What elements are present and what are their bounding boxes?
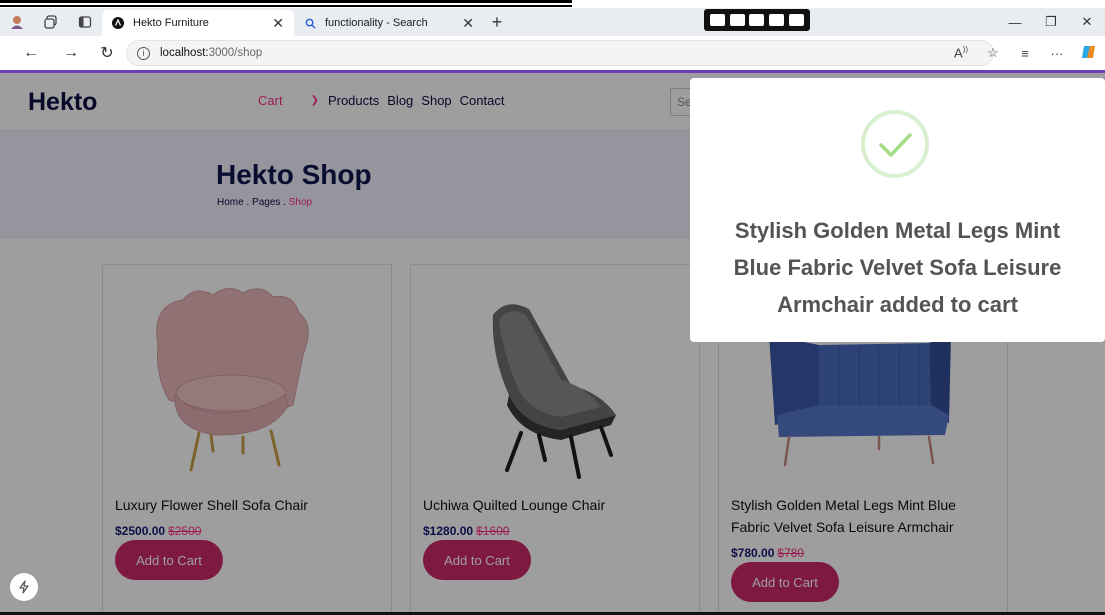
screen-recorder-toolbar — [704, 9, 810, 31]
toast-message: Stylish Golden Metal Legs Mint Blue Fabr… — [733, 218, 1062, 317]
snip-icon[interactable] — [710, 14, 726, 26]
browser-tab-bar: Hekto Furniture ✕ functionality - Search… — [0, 8, 1105, 36]
close-window-icon[interactable]: ✕ — [1069, 8, 1105, 36]
restore-icon[interactable]: ❐ — [1033, 8, 1069, 36]
tab-functionality-search[interactable]: functionality - Search ✕ — [294, 10, 484, 36]
tab-title: Hekto Furniture — [133, 17, 209, 29]
more-icon[interactable]: ··· — [1041, 46, 1073, 61]
new-tab-icon[interactable]: + — [484, 12, 510, 33]
url-input[interactable]: i localhost: 3000/shop — [126, 40, 994, 66]
browser-toolbar-right: A)) ☆ ≡ ··· — [945, 36, 1105, 70]
top-strip — [0, 0, 1105, 8]
web-page: Hekto Cart ❯ Products Blog Shop Contact … — [0, 73, 1105, 615]
top-bar — [0, 0, 572, 3]
lightning-bolt-icon[interactable] — [10, 573, 38, 601]
window-controls: — ❐ ✕ — [997, 8, 1105, 36]
tab-title: functionality - Search — [325, 17, 428, 29]
hekto-favicon-icon — [112, 17, 124, 29]
camera-icon[interactable] — [729, 14, 745, 26]
collections-icon[interactable]: ≡ — [1009, 46, 1041, 61]
added-to-cart-dialog: Stylish Golden Metal Legs Mint Blue Fabr… — [690, 78, 1105, 342]
close-tab-icon[interactable]: ✕ — [272, 15, 284, 32]
back-icon[interactable]: ← — [16, 38, 46, 68]
url-host: localhost: — [160, 47, 209, 59]
close-tab-icon[interactable]: ✕ — [462, 15, 474, 32]
read-aloud-icon[interactable]: A)) — [945, 45, 977, 60]
tab-actions-icon[interactable] — [68, 8, 102, 36]
top-bar-secondary — [0, 5, 572, 7]
success-check-icon — [861, 110, 929, 178]
settings-gear-icon[interactable] — [788, 14, 804, 26]
favorite-icon[interactable]: ☆ — [977, 45, 1009, 61]
forward-icon[interactable]: → — [56, 38, 86, 68]
profile-avatar-icon[interactable] — [0, 8, 34, 36]
video-icon[interactable] — [749, 14, 765, 26]
minimize-icon[interactable]: — — [997, 8, 1033, 36]
refresh-icon[interactable]: ↻ — [92, 38, 122, 68]
window-icon[interactable] — [769, 14, 785, 26]
info-icon[interactable]: i — [137, 46, 150, 60]
tab-hekto-furniture[interactable]: Hekto Furniture ✕ — [102, 10, 294, 36]
copilot-icon[interactable] — [1073, 44, 1105, 63]
workspaces-icon[interactable] — [34, 8, 68, 36]
url-path: 3000/shop — [208, 47, 263, 59]
search-favicon-icon — [304, 17, 316, 29]
